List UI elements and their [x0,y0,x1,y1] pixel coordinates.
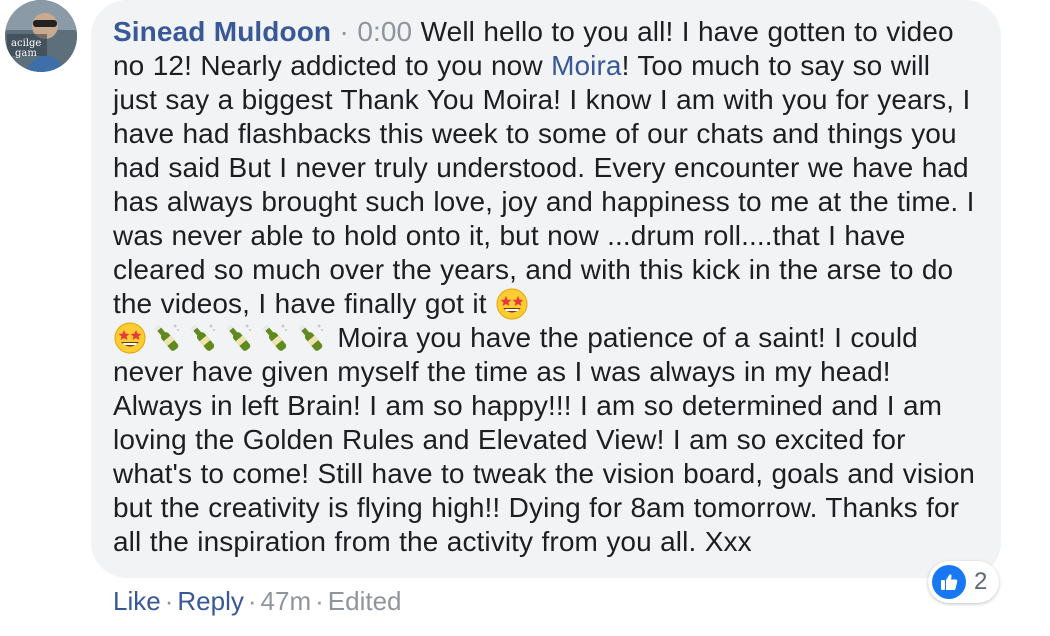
comment-actions: Like · Reply · 47m · Edited [113,586,402,616]
comment-text-part2: ! Too much to say so will just say a big… [113,50,975,319]
champagne-bottle-emoji-icon [257,321,291,355]
video-timestamp-link[interactable]: 0:00 [357,16,412,47]
champagne-bottle-emoji-icon [185,321,219,355]
mention-link[interactable]: Moira [551,50,622,81]
separator-dot: · [339,16,349,47]
edited-label[interactable]: Edited [328,586,402,616]
comment-text-part3: Moira you have the patience of a saint! … [113,322,975,557]
separator-dot: · [164,586,174,616]
reply-button[interactable]: Reply [177,586,243,616]
reaction-count: 2 [974,568,988,595]
star-struck-emoji-icon [495,287,529,321]
svg-text:gam: gam [15,48,37,59]
star-struck-emoji-icon [113,321,147,355]
champagne-bottle-emoji-icon [149,321,183,355]
author-name-link[interactable]: Sinead Muldoon [113,16,331,47]
separator-dot: · [315,586,324,616]
separator-dot: · [247,586,257,616]
reaction-summary[interactable]: 2 [928,561,1000,603]
like-button[interactable]: Like [113,586,161,616]
comment-container: acilge gam Sinead Muldoon · 0:00 Well he… [0,0,1050,636]
comment-bubble: Sinead Muldoon · 0:00 Well hello to you … [91,0,1001,578]
avatar[interactable]: acilge gam [5,0,77,72]
champagne-bottle-emoji-icon [293,321,327,355]
comment-time-link[interactable]: 47m [261,586,312,616]
champagne-bottle-emoji-icon [221,321,255,355]
comment-body: Sinead Muldoon · 0:00 Well hello to you … [113,15,979,559]
like-thumb-icon [932,565,966,599]
